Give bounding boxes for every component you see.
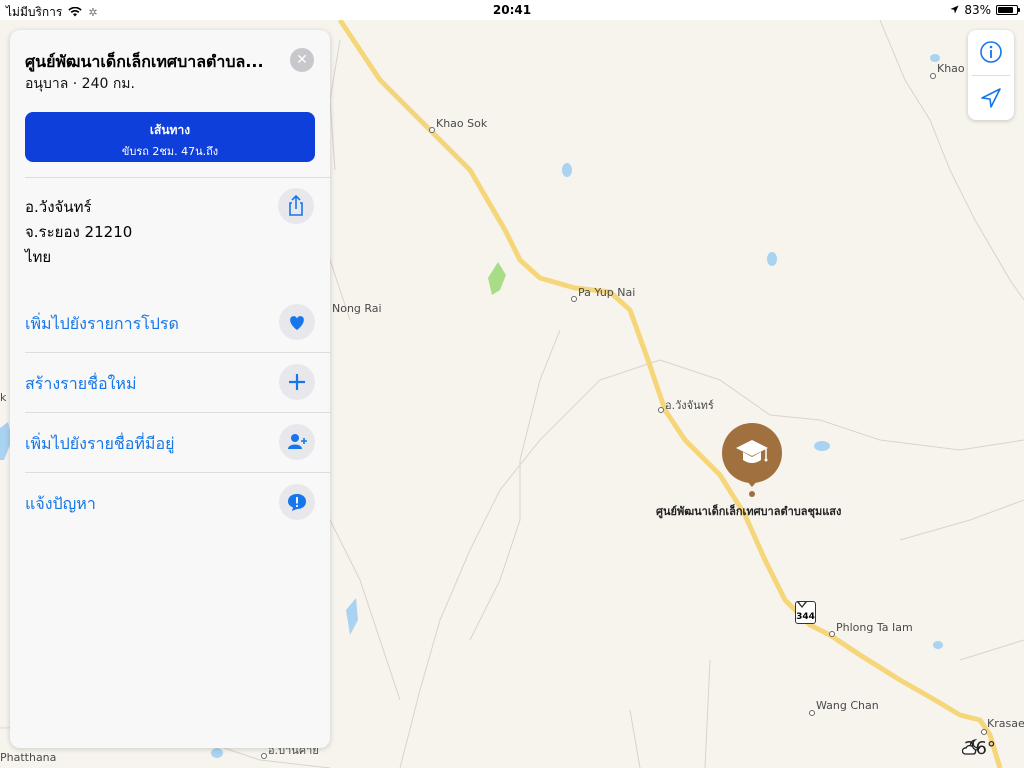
road-shield: 344 — [795, 601, 816, 624]
road-number: 344 — [796, 612, 815, 622]
current-location-button[interactable] — [968, 75, 1014, 120]
location-arrow-icon — [950, 3, 959, 17]
action-add-to-existing-list[interactable]: เพิ่มไปยังรายชื่อที่มีอยู่ — [25, 412, 315, 472]
wifi-icon — [68, 6, 83, 20]
battery-level — [998, 7, 1013, 13]
share-icon — [289, 194, 303, 216]
status-bar: ไม่มีบริการ ✲ 20:41 83% — [0, 0, 1024, 20]
address-line-1: อ.วังจันทร์ — [25, 198, 92, 216]
road-crest-icon — [797, 602, 807, 608]
action-label: สร้างรายชื่อใหม่ — [25, 374, 137, 393]
map-point — [829, 631, 835, 637]
close-button[interactable]: ✕ — [290, 48, 314, 72]
battery-percent: 83% — [964, 3, 991, 17]
directions-button[interactable]: เส้นทาง ขับรถ 2ชม. 47น.ถึง — [25, 112, 315, 162]
action-label: เพิ่มไปยังรายการโปรด — [25, 314, 179, 333]
map-label-khao-i[interactable]: Khao I — [937, 62, 971, 75]
map-label-pa-yup-nai[interactable]: Pa Yup Nai — [578, 286, 635, 299]
close-icon: ✕ — [296, 52, 308, 68]
map-point — [658, 407, 664, 413]
map-label-nong-rai[interactable]: Nong Rai — [332, 302, 382, 315]
battery-icon — [996, 5, 1020, 15]
action-create-new-list[interactable]: สร้างรายชื่อใหม่ — [25, 352, 315, 412]
map-point — [809, 710, 815, 716]
info-icon — [980, 41, 1002, 63]
directions-detail: ขับรถ 2ชม. 47น.ถึง — [121, 145, 219, 158]
directions-label: เส้นทาง — [149, 123, 191, 137]
map-point — [571, 296, 577, 302]
place-subtitle: อนุบาล · 240 กม. — [25, 76, 135, 92]
map-point — [429, 127, 435, 133]
activity-spinner-icon: ✲ — [88, 6, 98, 19]
add-contact-icon — [279, 424, 315, 460]
exclamation-bubble-icon — [279, 484, 315, 520]
pin-label[interactable]: ศูนย์พัฒนาเด็กเล็กเทศบาลตำบลชุมแสง — [656, 502, 841, 520]
map-label-phlong-ta-iam[interactable]: Phlong Ta Iam — [836, 621, 913, 634]
weather-widget: 26° — [962, 738, 996, 759]
place-title: ศูนย์พัฒนาเด็กเล็กเทศบาลตำบล... — [25, 52, 264, 71]
navigation-arrow-icon — [981, 88, 1001, 108]
map-point — [261, 753, 267, 759]
action-label: แจ้งปัญหา — [25, 494, 96, 513]
clock: 20:41 — [492, 3, 532, 17]
map-label-wang-chan-district[interactable]: อ.วังจันทร์ — [665, 396, 714, 414]
address-line-3: ไทย — [25, 248, 52, 266]
action-add-to-favorites[interactable]: เพิ่มไปยังรายการโปรด — [25, 292, 315, 352]
carrier-label: ไม่มีบริการ — [6, 5, 63, 19]
map-point — [930, 73, 936, 79]
action-label: เพิ่มไปยังรายชื่อที่มีอยู่ — [25, 434, 175, 453]
map-label-krasae[interactable]: Krasae — [987, 717, 1024, 730]
map-label-phatthana[interactable]: Phatthana — [0, 751, 56, 764]
map-label-wang-chan[interactable]: Wang Chan — [816, 699, 879, 712]
divider — [25, 177, 330, 178]
address-block: อ.วังจันทร์ จ.ระยอง 21210 ไทย — [25, 195, 132, 270]
map-controls — [968, 30, 1014, 120]
action-report-problem[interactable]: แจ้งปัญหา — [25, 472, 315, 532]
heart-icon — [279, 304, 315, 340]
plus-icon — [279, 364, 315, 400]
map-label-khao-sok[interactable]: Khao Sok — [436, 117, 487, 130]
share-button[interactable] — [278, 188, 314, 224]
place-card: ศูนย์พัฒนาเด็กเล็กเทศบาลตำบล... อนุบาล ·… — [10, 30, 330, 748]
info-button[interactable] — [968, 30, 1014, 75]
place-pin[interactable] — [722, 423, 782, 497]
address-line-2: จ.ระยอง 21210 — [25, 223, 133, 241]
